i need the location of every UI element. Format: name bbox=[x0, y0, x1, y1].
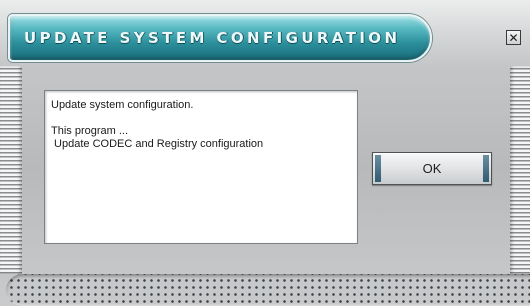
update-config-window: Update system configuration ✕ Update sys… bbox=[0, 0, 530, 306]
ok-button[interactable]: OK bbox=[372, 152, 492, 185]
title-bar: Update system configuration ✕ bbox=[0, 0, 530, 68]
window-title: Update system configuration bbox=[24, 29, 401, 47]
speaker-grille-strip bbox=[6, 274, 530, 306]
message-line: Update CODEC and Registry configuration bbox=[51, 138, 264, 150]
title-banner: Update system configuration bbox=[8, 14, 432, 62]
left-grille bbox=[0, 66, 22, 274]
message-line: Update system configuration. bbox=[51, 99, 194, 111]
message-line bbox=[51, 112, 351, 125]
button-cap-left bbox=[375, 155, 381, 182]
close-icon: ✕ bbox=[508, 30, 519, 45]
close-button[interactable]: ✕ bbox=[506, 30, 521, 45]
ok-button-label: OK bbox=[422, 161, 442, 176]
message-text-area: Update system configuration. This progra… bbox=[44, 90, 358, 244]
message-line: This program ... bbox=[51, 125, 129, 137]
button-cap-right bbox=[483, 155, 489, 182]
right-grille bbox=[510, 66, 530, 274]
